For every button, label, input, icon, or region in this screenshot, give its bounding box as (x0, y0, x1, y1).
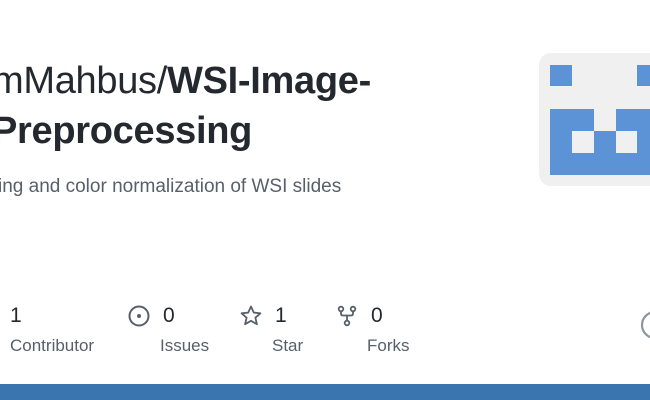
issue-opened-icon (127, 304, 151, 328)
stat-count: 0 (371, 304, 383, 327)
stat-issues[interactable]: 0 Issues (127, 300, 209, 356)
accent-bar (0, 384, 650, 400)
repo-name-part1[interactable]: WSI-Image- (167, 60, 371, 102)
owner-avatar[interactable] (539, 53, 650, 186)
stat-label: Forks (367, 336, 410, 355)
repo-description: ing and color normalization of WSI slide… (0, 176, 342, 197)
stat-label: Issues (160, 336, 210, 355)
repo-title[interactable]: mMahbus/WSI-Image- Preprocessing (0, 56, 512, 156)
github-logo-icon (640, 310, 650, 340)
repo-social-card: mMahbus/WSI-Image- Preprocessing ing and… (0, 0, 650, 400)
stat-forks[interactable]: 0 Forks (335, 300, 410, 356)
stat-count: 1 (10, 304, 22, 327)
repo-forked-icon (335, 304, 359, 328)
star-icon (239, 304, 263, 328)
repo-stats: 1 Contributor 0 Issues 1 Star 0 Forks (0, 300, 650, 360)
repo-separator: / (156, 60, 168, 102)
stat-label: Contributor (10, 336, 95, 355)
stat-contributors[interactable]: 1 Contributor (10, 300, 94, 356)
stat-stars[interactable]: 1 Star (239, 300, 303, 356)
stat-count: 1 (275, 304, 287, 327)
repo-name-part2[interactable]: Preprocessing (0, 106, 512, 156)
stat-count: 0 (163, 304, 175, 327)
stat-label: Star (272, 336, 304, 355)
repo-owner[interactable]: mMahbus (0, 60, 157, 102)
